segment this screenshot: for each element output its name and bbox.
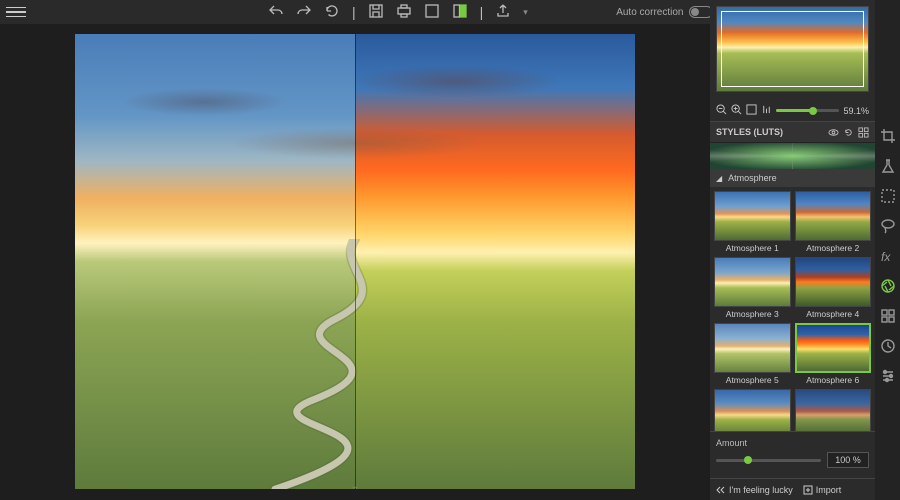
zoom-controls: 59.1% xyxy=(710,100,875,121)
amount-value[interactable]: 100 % xyxy=(827,452,869,468)
canvas-area: Before After ▿ xyxy=(0,24,710,500)
preset-item[interactable]: Atmosphere 4 xyxy=(795,257,872,319)
styles-panel-hero xyxy=(710,143,875,169)
flask-icon[interactable] xyxy=(880,158,896,174)
tool-strip: fx xyxy=(875,0,900,500)
preset-item[interactable]: Atmosphere 1 xyxy=(714,191,791,253)
preset-group-name: Atmosphere xyxy=(728,173,777,183)
share-icon[interactable] xyxy=(495,3,511,22)
compare-handle-icon[interactable]: ▿ xyxy=(352,484,357,489)
zoom-value: 59.1% xyxy=(843,106,869,116)
collapse-icon: ◢ xyxy=(716,174,722,183)
zoom-in-icon[interactable] xyxy=(731,104,742,117)
styles-footer: I'm feeling lucky Import xyxy=(710,478,875,500)
amount-control: Amount 100 % xyxy=(710,431,875,478)
aperture-icon[interactable] xyxy=(880,278,896,294)
zoom-slider[interactable] xyxy=(776,109,839,112)
share-dropdown-icon[interactable]: ▾ xyxy=(523,7,528,18)
grid-icon[interactable] xyxy=(880,308,896,324)
preset-grid: Atmosphere 1 Atmosphere 2 Atmosphere 3 A… xyxy=(710,187,875,431)
right-sidebar: 59.1% STYLES (LUTS) ◢ Atmosphere Atmosph… xyxy=(710,0,875,500)
zoom-out-icon[interactable] xyxy=(716,104,727,117)
image-canvas[interactable]: Before After ▿ xyxy=(75,34,635,489)
clock-icon[interactable] xyxy=(880,338,896,354)
auto-correction-control: Auto correction ▾ xyxy=(616,6,724,18)
print-icon[interactable] xyxy=(396,3,412,22)
feeling-lucky-button[interactable]: I'm feeling lucky xyxy=(716,485,793,495)
redo-icon[interactable] xyxy=(296,3,312,22)
import-button[interactable]: Import xyxy=(803,485,842,495)
eye-icon[interactable] xyxy=(828,127,839,138)
auto-correction-label: Auto correction xyxy=(616,7,683,18)
save-icon[interactable] xyxy=(368,3,384,22)
toolbar-actions: | | ▾ xyxy=(268,3,528,22)
crop-icon[interactable] xyxy=(880,128,896,144)
preset-item[interactable]: Atmosphere 2 xyxy=(795,191,872,253)
preset-item[interactable] xyxy=(795,389,872,431)
compare-view-icon[interactable] xyxy=(452,3,468,22)
actual-size-icon[interactable] xyxy=(761,104,772,117)
styles-panel-header: STYLES (LUTS) xyxy=(710,121,875,143)
undo-icon[interactable] xyxy=(268,3,284,22)
rotate-icon[interactable] xyxy=(324,3,340,22)
preset-group-header[interactable]: ◢ Atmosphere xyxy=(710,169,875,187)
navigator-thumbnail[interactable] xyxy=(716,6,869,92)
single-view-icon[interactable] xyxy=(424,3,440,22)
amount-label: Amount xyxy=(716,438,869,448)
amount-slider[interactable] xyxy=(716,459,821,462)
preset-item[interactable]: Atmosphere 5 xyxy=(714,323,791,385)
preset-item[interactable] xyxy=(714,389,791,431)
menu-button[interactable] xyxy=(6,2,26,22)
navigator-panel xyxy=(710,0,875,100)
compare-divider[interactable] xyxy=(355,34,356,489)
grid-view-icon[interactable] xyxy=(858,127,869,138)
fx-icon[interactable]: fx xyxy=(880,248,896,264)
tune-icon[interactable] xyxy=(880,368,896,384)
lasso-icon[interactable] xyxy=(880,218,896,234)
preset-item[interactable]: Atmosphere 6 xyxy=(795,323,872,385)
preset-item[interactable]: Atmosphere 3 xyxy=(714,257,791,319)
fit-icon[interactable] xyxy=(746,104,757,117)
marquee-icon[interactable] xyxy=(880,188,896,204)
svg-text:fx: fx xyxy=(881,250,891,264)
styles-panel-title: STYLES (LUTS) xyxy=(716,127,783,137)
reset-icon[interactable] xyxy=(843,127,854,138)
